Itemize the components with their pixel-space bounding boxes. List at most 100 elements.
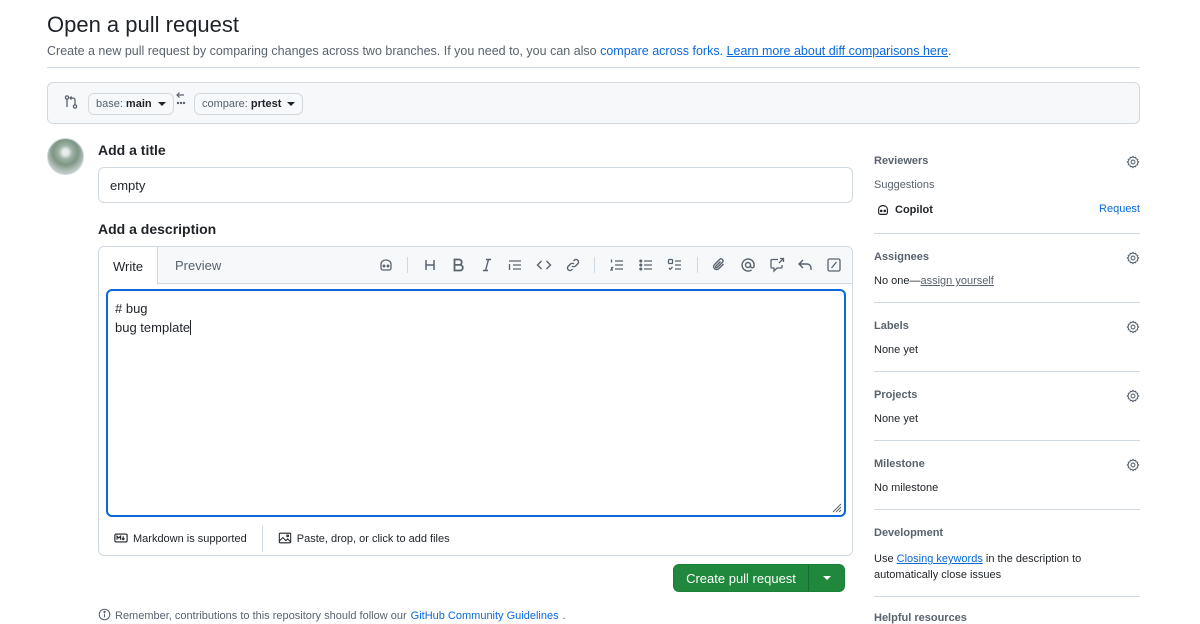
title-input[interactable]: empty [98,167,853,203]
bold-icon[interactable] [449,256,467,274]
reply-icon[interactable] [796,256,814,274]
copilot-icon[interactable] [377,256,395,274]
editor-toolbar: Write Preview [99,247,852,285]
gear-icon[interactable] [1126,458,1140,472]
remember-suffix: . [562,610,566,622]
arrow-left-icon [175,91,187,107]
compare-branch-selector[interactable]: compare: prtest [194,93,304,115]
development-title: Development [874,527,944,539]
task-list-icon[interactable] [666,256,684,274]
mention-icon[interactable] [739,256,757,274]
projects-section: Projects None yet [874,389,1140,429]
labels-value: None yet [874,344,919,356]
toolbar-divider [697,257,698,273]
text-cursor [190,320,192,335]
reviewers-section: Reviewers Suggestions Copilot Request [874,155,1140,225]
assignees-none: No one— [874,275,921,287]
markdown-supported-link[interactable]: Markdown is supported [99,526,262,552]
title-input-value: empty [110,177,146,193]
community-guidelines-note: Remember, contributions to this reposito… [98,608,566,624]
copilot-icon [878,205,888,215]
reviewers-title[interactable]: Reviewers [874,155,1140,167]
title-label: Add a title [98,142,166,158]
sidebar-divider [874,233,1140,234]
base-branch-selector[interactable]: base: main [88,93,174,115]
quote-icon[interactable] [506,256,524,274]
gear-icon[interactable] [1126,155,1140,169]
create-options-dropdown[interactable] [808,565,844,591]
markdown-icon [114,531,128,548]
create-pull-request-label[interactable]: Create pull request [674,565,808,591]
milestone-title[interactable]: Milestone [874,458,1140,470]
body-line: bug template [115,320,191,335]
info-icon [98,608,111,624]
toolbar-divider [407,257,408,273]
base-prefix: base: [96,98,123,110]
sidebar-divider [874,509,1140,510]
attach-files-button[interactable]: Paste, drop, or click to add files [263,526,465,552]
compare-branch-name: prtest [250,98,282,110]
suggested-reviewer-name: Copilot [895,204,933,216]
cross-reference-icon[interactable] [768,256,786,274]
compare-forks-link[interactable]: compare across forks. [600,44,723,58]
milestone-section: Milestone No milestone [874,458,1140,498]
community-guidelines-link[interactable]: GitHub Community Guidelines [411,610,559,622]
assignees-value: No one—assign yourself [874,275,994,287]
compare-prefix: compare: [202,98,248,110]
sidebar-divider [874,440,1140,441]
gear-icon[interactable] [1126,320,1140,334]
development-text: Use Closing keywords in the description … [874,551,1081,583]
labels-section: Labels None yet [874,320,1140,360]
closing-keywords-link[interactable]: Closing keywords [897,553,983,565]
compare-bar: base: main compare: prtest [47,82,1140,124]
development-suffix: in the description to [982,553,1082,565]
attach-note: Paste, drop, or click to add files [296,533,450,545]
remember-text: Remember, contributions to this reposito… [115,610,407,622]
gear-icon[interactable] [1126,389,1140,403]
tab-write[interactable]: Write [99,247,159,285]
code-icon[interactable] [535,256,553,274]
toolbar-divider [594,257,595,273]
request-review-link[interactable]: Request [1099,203,1140,215]
heading-icon[interactable] [421,256,439,274]
base-branch-name: main [125,98,152,110]
slash-command-icon[interactable] [825,256,843,274]
link-icon[interactable] [564,256,582,274]
subtitle-text: Create a new pull request by comparing c… [47,44,601,58]
assignees-title[interactable]: Assignees [874,251,1140,263]
projects-value: None yet [874,413,919,425]
italic-icon[interactable] [478,256,496,274]
compare-icon [63,94,79,110]
attach-icon[interactable] [710,256,728,274]
unordered-list-icon[interactable] [637,256,655,274]
sidebar-divider [874,371,1140,372]
description-textarea[interactable]: # bug bug template [106,289,846,517]
development-prefix: Use [874,553,897,565]
tab-preview[interactable]: Preview [161,247,235,284]
helpful-resources-title: Helpful resources [874,612,967,624]
assignees-section: Assignees No one—assign yourself [874,251,1140,291]
resize-grip-icon[interactable] [830,501,842,513]
chevron-down-icon [822,576,831,580]
editor-footer: Markdown is supported Paste, drop, or cl… [99,522,852,556]
subtitle-suffix: . [948,44,952,58]
header-divider [47,67,1140,68]
development-section: Development Use Closing keywords in the … [874,527,1140,587]
ordered-list-icon[interactable] [608,256,626,274]
page-subtitle: Create a new pull request by comparing c… [47,44,951,58]
create-pull-request-button[interactable]: Create pull request [673,564,845,592]
description-label: Add a description [98,221,217,237]
image-icon [278,531,292,548]
chevron-down-icon [287,102,296,106]
avatar[interactable] [47,138,84,175]
markdown-note: Markdown is supported [133,533,247,545]
body-line: # bug [115,301,148,316]
projects-title[interactable]: Projects [874,389,1140,401]
gear-icon[interactable] [1126,251,1140,265]
chevron-down-icon [157,102,166,106]
labels-title[interactable]: Labels [874,320,1140,332]
assign-yourself-link[interactable]: assign yourself [920,275,993,287]
suggested-reviewer: Copilot [876,203,933,217]
page-title: Open a pull request [47,12,240,37]
learn-more-link[interactable]: Learn more about diff comparisons here [727,44,948,58]
